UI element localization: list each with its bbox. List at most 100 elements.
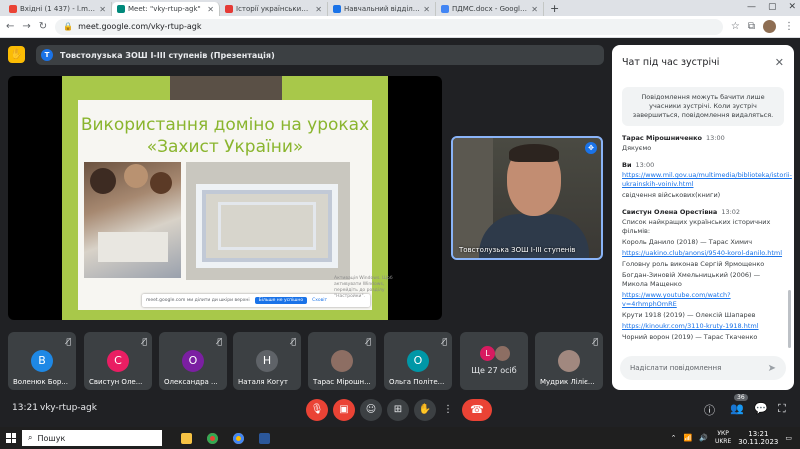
participant-name: Воленюк Бор...	[13, 378, 68, 386]
windows-activation-watermark: Активація Windows. Щоб активувати Window…	[334, 276, 393, 299]
chat-link[interactable]: https://uakino.club/anonsi/9540-korol-da…	[622, 249, 784, 258]
maximize-icon[interactable]: ▢	[768, 2, 777, 12]
new-tab-button[interactable]: +	[544, 2, 565, 16]
hand-raise-activity-icon[interactable]: ✋	[8, 46, 25, 63]
extensions-icon[interactable]: ⧉	[748, 21, 755, 32]
url-field[interactable]: 🔒 meet.google.com/vky-rtup-agk	[55, 18, 723, 35]
profile-avatar[interactable]	[763, 20, 776, 33]
reload-icon[interactable]: ↻	[39, 21, 47, 32]
more-options-icon[interactable]: ⋮	[437, 399, 459, 421]
tab-close-icon[interactable]: ✕	[315, 5, 322, 14]
raise-hand-icon[interactable]: ✋	[414, 399, 436, 421]
speaker-tile[interactable]: ✥ Товстолузька ЗОШ І-ІІІ ступенів	[451, 136, 603, 260]
chat-text: Головну роль виконав Сергій Ярмощенко	[622, 260, 765, 268]
lang-top: УКР	[717, 430, 729, 437]
forward-icon[interactable]: →	[22, 21, 30, 32]
tab-close-icon[interactable]: ✕	[423, 5, 430, 14]
participant-tile[interactable]: 🎙̸ Тарас Мірошн...	[308, 332, 376, 390]
participant-name: Ольга Політе...	[389, 378, 445, 386]
participant-name: Мудрик Ліліє...	[540, 378, 595, 386]
slide-decor-strip	[170, 76, 282, 102]
chat-message-input[interactable]: Надіслати повідомлення ➤	[620, 356, 786, 380]
taskbar-search[interactable]: ⌕ Пошук	[22, 430, 162, 446]
chat-message: Тарас Мірошниченко 13:00 Дякуємо	[612, 134, 794, 153]
participant-tile[interactable]: О 🎙̸ Олександра ...	[159, 332, 227, 390]
back-icon[interactable]: ←	[6, 21, 14, 32]
participant-avatar: L	[480, 346, 495, 361]
notifications-icon[interactable]: ▭	[785, 434, 792, 442]
input-language[interactable]: УКР UKRE	[715, 430, 731, 446]
word-icon[interactable]	[254, 427, 274, 449]
participant-tile[interactable]: Н 🎙̸ Наталя Когут	[233, 332, 301, 390]
share-notice-hide-button[interactable]: Сховіт	[312, 298, 327, 303]
chrome-icon[interactable]	[202, 427, 222, 449]
chat-messages: Тарас Мірошниченко 13:00 Дякуємо Ви 13:00 htt…	[612, 134, 794, 342]
activities-icon[interactable]: ⛶	[778, 402, 786, 416]
mic-muted-icon: 🎙̸	[217, 337, 222, 346]
browser-tab[interactable]: Вхідні (1 437) - l.mudryk@ippo...✕	[4, 2, 112, 16]
bookmark-star-icon[interactable]: ☆	[731, 21, 740, 32]
send-icon[interactable]: ➤	[768, 363, 776, 374]
participant-avatar	[495, 346, 510, 361]
mic-off-icon[interactable]: 🎙	[306, 399, 328, 421]
people-icon[interactable]: 👥	[730, 402, 744, 415]
network-icon[interactable]: 📶	[684, 434, 693, 442]
presentation-stage[interactable]: Використання доміно на уроках «Захист Ук…	[8, 76, 442, 320]
chat-text: Король Данило (2018) — Тарас Химич	[622, 238, 753, 246]
participant-tile[interactable]: 🎙̸ Мудрик Ліліє...	[535, 332, 603, 390]
chat-message: Свистун Олена Орестівна 13:02 Список найкр…	[612, 208, 794, 342]
meeting-time: 13:21	[12, 403, 38, 413]
meeting-info-icon[interactable]: ⓘ	[704, 402, 715, 418]
chat-icon[interactable]: 💬	[754, 402, 768, 415]
chat-scrollbar[interactable]	[788, 290, 791, 348]
present-screen-icon[interactable]: ⊞	[387, 399, 409, 421]
participant-avatar: В	[31, 350, 53, 372]
chat-text: Список найкращих українських історичних …	[622, 218, 771, 235]
emoji-reaction-icon[interactable]: ☺	[360, 399, 382, 421]
slide-content: Використання доміно на уроках «Захист Ук…	[78, 100, 372, 310]
camera-off-icon[interactable]: ▣	[333, 399, 355, 421]
participant-avatar: С	[107, 350, 129, 372]
close-icon[interactable]: ✕	[775, 56, 784, 69]
participant-name: Олександра ...	[164, 378, 218, 386]
chat-link[interactable]: https://kinoukr.com/3110-kruty-1918.html	[622, 322, 784, 331]
participant-tile[interactable]: В 🎙̸ Воленюк Бор...	[8, 332, 76, 390]
slide-photo-students	[84, 162, 181, 278]
chrome-window-icon[interactable]	[228, 427, 248, 449]
presenter-avatar: Т	[41, 49, 53, 61]
taskbar-clock[interactable]: 13:21 30.11.2023	[738, 430, 778, 446]
participant-count-badge: 36	[734, 394, 748, 401]
url-text: meet.google.com/vky-rtup-agk	[78, 22, 202, 31]
participant-tile[interactable]: С 🎙̸ Свистун Оле...	[84, 332, 152, 390]
file-explorer-icon[interactable]	[176, 427, 196, 449]
browser-tab[interactable]: Навчальний відділ ТОКІППО ...✕	[328, 2, 436, 16]
participant-tile[interactable]: О 🎙̸ Ольга Політе...	[384, 332, 452, 390]
mic-muted-icon: 🎙̸	[366, 337, 371, 346]
mic-muted-icon: 🎙̸	[142, 337, 147, 346]
browser-menu-icon[interactable]: ⋮	[784, 21, 794, 32]
participant-photo-avatar	[331, 350, 353, 372]
close-window-icon[interactable]: ✕	[788, 2, 796, 12]
participant-name: Наталя Когут	[238, 378, 288, 386]
participant-avatar: Н	[256, 350, 278, 372]
share-notice-primary-button[interactable]: Більше не успішно	[254, 297, 308, 304]
browser-tab[interactable]: Meet: "vky-rtup-agk" ✕	[112, 2, 220, 16]
chat-link[interactable]: https://www.mil.gov.ua/multimedia/biblio…	[622, 171, 792, 189]
volume-icon[interactable]: 🔊	[699, 434, 708, 442]
chat-text: Богдан-Зиновій Хмельницький (2006) — Мик…	[622, 271, 761, 288]
chat-link[interactable]: https://www.youtube.com/watch?v=4rhmphOm…	[622, 291, 784, 309]
minimize-icon[interactable]: —	[747, 2, 756, 12]
share-notice-text: meet.google.com ми ділити ди шкіри верхн…	[146, 298, 250, 303]
windows-start-icon[interactable]	[0, 427, 22, 449]
tab-close-icon[interactable]: ✕	[207, 5, 214, 14]
tray-chevron-icon[interactable]: ⌃	[671, 434, 677, 442]
leave-call-button[interactable]: ☎	[462, 399, 492, 421]
browser-tab[interactable]: Історії українських воїнів | Мі...✕	[220, 2, 328, 16]
tab-close-icon[interactable]: ✕	[99, 5, 106, 14]
participant-tile[interactable]: L Ще 27 осіб	[460, 332, 528, 390]
mic-muted-icon: 🎙̸	[442, 337, 447, 346]
browser-tab[interactable]: ПДМС.docx - Google Докумен...✕	[436, 2, 544, 16]
pin-icon[interactable]: ✥	[585, 142, 597, 154]
domino-board	[196, 184, 338, 268]
tab-close-icon[interactable]: ✕	[531, 5, 538, 14]
